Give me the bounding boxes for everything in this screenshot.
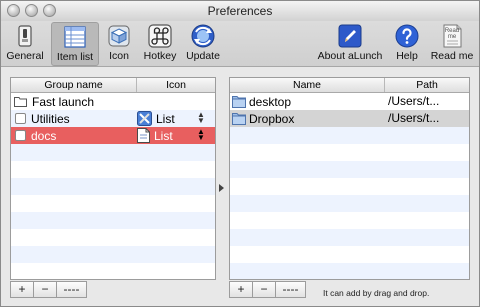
empty-row	[11, 212, 215, 229]
column-header-path[interactable]: Path	[385, 78, 469, 92]
empty-row	[11, 229, 215, 246]
command-key-icon	[148, 24, 172, 48]
hotkey-tab-button[interactable]: Hotkey	[139, 22, 181, 66]
group-checkbox[interactable]	[15, 130, 26, 141]
empty-row	[11, 263, 215, 279]
splitter-arrow-icon[interactable]	[219, 184, 224, 192]
switch-icon	[18, 25, 32, 47]
minimize-window-button[interactable]	[25, 4, 38, 17]
add-group-button[interactable]: +	[10, 281, 33, 298]
item-table[interactable]: Name Path desktop /Users/t... Dropbox /U…	[229, 77, 470, 280]
title-bar[interactable]: Preferences	[1, 1, 479, 21]
group-checkbox[interactable]	[15, 113, 26, 124]
empty-row	[230, 144, 469, 161]
item-rows: desktop /Users/t... Dropbox /Users/t...	[230, 93, 469, 279]
column-header-group-name[interactable]: Group name	[11, 78, 137, 92]
close-window-button[interactable]	[7, 4, 20, 17]
group-rows: Fast launch Utilities List ▲ ▼ docs List…	[11, 93, 215, 279]
add-item-separator-button[interactable]: ----	[275, 281, 306, 298]
cube-icon	[108, 25, 130, 47]
item-path: /Users/t...	[388, 94, 440, 108]
group-controls: + − ----	[10, 281, 87, 299]
folder-icon	[232, 113, 246, 125]
empty-row	[230, 127, 469, 144]
add-item-button[interactable]: +	[229, 281, 252, 298]
icon-label: Icon	[109, 50, 129, 62]
item-name: desktop	[249, 94, 292, 109]
empty-row	[11, 246, 215, 263]
group-icon-popup[interactable]: List	[137, 128, 173, 143]
help-label: Help	[396, 50, 418, 62]
help-button[interactable]: Help	[391, 22, 423, 66]
update-label: Update	[186, 50, 220, 62]
empty-row	[11, 178, 215, 195]
icon-style-value: List	[156, 111, 175, 126]
group-name: Utilities	[31, 111, 70, 126]
remove-group-button[interactable]: −	[33, 281, 56, 298]
update-tab-button[interactable]: Update	[184, 22, 222, 66]
folder-outline-icon	[14, 97, 27, 107]
utilities-tools-icon	[137, 111, 152, 126]
readme-button[interactable]: Read me Read me	[429, 22, 475, 66]
empty-row	[11, 144, 215, 161]
item-row-desktop[interactable]: desktop /Users/t...	[230, 93, 469, 110]
column-header-name[interactable]: Name	[230, 78, 385, 92]
empty-row	[230, 246, 469, 263]
drag-drop-hint: It can add by drag and drop.	[323, 288, 430, 298]
general-tab-button[interactable]: General	[3, 22, 47, 66]
window-title: Preferences	[207, 4, 273, 18]
popup-stepper-icon[interactable]: ▲ ▼	[197, 111, 205, 125]
help-question-icon	[395, 24, 419, 48]
about-button[interactable]: About aLunch	[315, 22, 385, 66]
item-controls: + − ----	[229, 281, 306, 299]
icon-style-value: List	[154, 128, 173, 143]
zoom-window-button[interactable]	[43, 4, 56, 17]
toolbar: General Item list Icon Hotkey Update Abo…	[1, 21, 479, 67]
group-table[interactable]: Group name Icon Fast launch Utilities Li…	[10, 77, 216, 280]
empty-row	[230, 195, 469, 212]
remove-item-button[interactable]: −	[252, 281, 275, 298]
empty-row	[11, 195, 215, 212]
group-row-docs[interactable]: docs List ▲ ▼	[11, 127, 215, 144]
list-icon	[64, 26, 86, 48]
item-table-header: Name Path	[230, 78, 469, 93]
folder-icon	[232, 96, 246, 108]
readme-label: Read me	[430, 50, 474, 62]
empty-row	[230, 229, 469, 246]
empty-row	[230, 161, 469, 178]
group-name: docs	[31, 128, 57, 143]
empty-row	[230, 212, 469, 229]
pencil-icon	[338, 24, 362, 48]
about-label: About aLunch	[317, 50, 383, 62]
update-globe-icon	[191, 24, 215, 48]
empty-row	[230, 263, 469, 279]
group-icon-popup[interactable]: List	[137, 111, 175, 126]
group-row-utilities[interactable]: Utilities List ▲ ▼	[11, 110, 215, 127]
item-list-label: Item list	[56, 51, 94, 63]
item-name: Dropbox	[249, 111, 295, 126]
readme-icon-text: Read me	[444, 28, 460, 40]
item-row-dropbox[interactable]: Dropbox /Users/t...	[230, 110, 469, 127]
empty-row	[230, 178, 469, 195]
empty-row	[11, 161, 215, 178]
item-list-tab-button[interactable]: Item list	[51, 22, 99, 66]
group-name: Fast launch	[32, 94, 95, 109]
split-view-divider[interactable]	[217, 77, 228, 280]
popup-stepper-icon[interactable]: ▲ ▼	[197, 128, 205, 142]
document-icon	[137, 128, 150, 143]
general-label: General	[6, 50, 44, 62]
add-group-separator-button[interactable]: ----	[56, 281, 87, 298]
hotkey-label: Hotkey	[143, 50, 177, 62]
group-row-fast-launch[interactable]: Fast launch	[11, 93, 215, 110]
item-path: /Users/t...	[388, 111, 440, 125]
icon-tab-button[interactable]: Icon	[103, 22, 135, 66]
preferences-window: Preferences General Item list Icon Hotke…	[0, 0, 480, 307]
group-table-header: Group name Icon	[11, 78, 215, 93]
column-header-icon[interactable]: Icon	[137, 78, 215, 92]
